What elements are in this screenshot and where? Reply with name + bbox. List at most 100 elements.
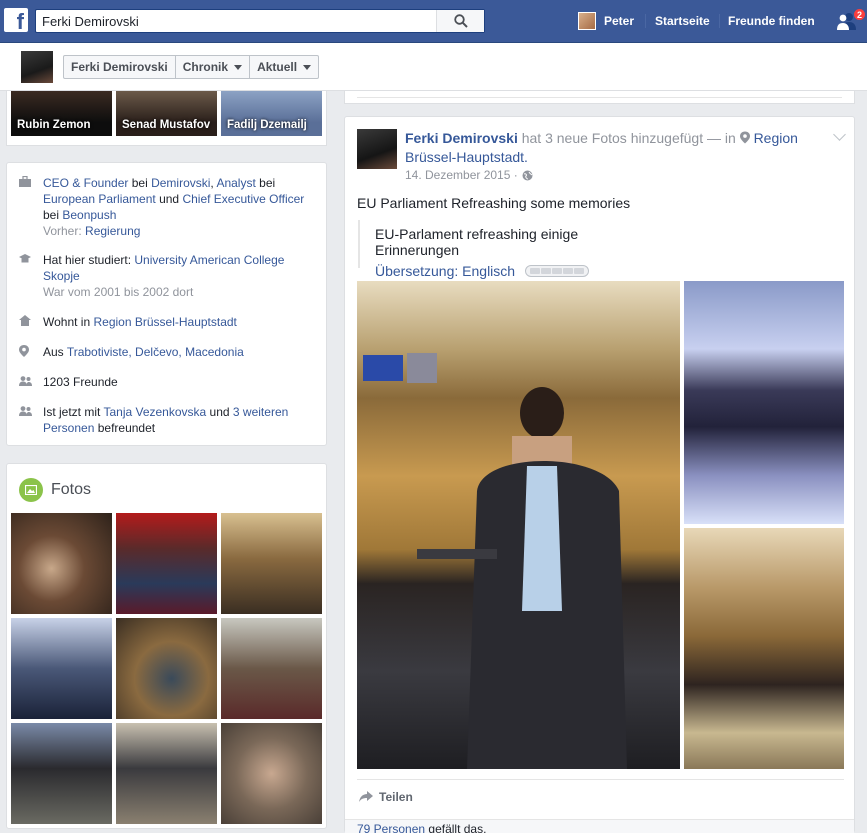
photo-thumbnail[interactable] — [116, 618, 217, 719]
lives-label: Wohnt in — [43, 315, 91, 329]
friend-tile[interactable]: Senad Mustafov — [116, 91, 217, 136]
photo-thumbnail[interactable] — [116, 723, 217, 824]
profile-name-button[interactable]: Ferki Demirovski — [64, 56, 176, 78]
friend-name[interactable]: Rubin Zemon — [17, 119, 90, 131]
previous-label: Vorher: — [43, 224, 82, 238]
photos-icon — [19, 478, 43, 502]
search-icon — [453, 14, 468, 28]
post-date-link[interactable]: 14. Dezember 2015 · — [405, 168, 518, 182]
post-action-text: hat 3 neue Fotos hinzugefügt — in — [521, 130, 736, 146]
photo-thumbnail[interactable] — [221, 513, 322, 614]
work-text-static: bei — [131, 176, 148, 190]
profile-thumbnail[interactable] — [21, 51, 53, 83]
nav-home-link[interactable]: Startseite — [655, 0, 710, 42]
education-years: War vom 2001 bis 2002 dort — [43, 285, 194, 299]
friend-name[interactable]: Fadilj Dzemailj — [227, 119, 307, 131]
post-likes-summary: 79 Personen gefällt das. — [345, 819, 854, 833]
breadcrumb: Ferki Demirovski Chronik Aktuell — [63, 55, 320, 79]
work-title-link[interactable]: Chief Executive Officer — [182, 192, 304, 206]
translation-box: EU-Parlament refreashing einige Erinneru… — [358, 220, 658, 279]
top-bar: f Peter Startseite Freunde finden 2 — [0, 0, 867, 43]
chevron-down-icon — [234, 64, 243, 70]
timeline-label: Chronik — [182, 60, 229, 74]
nav-user-name: Peter — [604, 14, 635, 28]
search-input[interactable] — [36, 10, 436, 32]
recent-label: Aktuell — [257, 60, 298, 74]
post-author-avatar[interactable] — [357, 129, 397, 169]
previous-work-link[interactable]: Regierung — [85, 224, 140, 238]
friend-requests-badge: 2 — [853, 8, 867, 21]
friend-tile[interactable]: Fadilj Dzemailj — [221, 91, 322, 136]
intro-education: Hat hier studiert: University American C… — [19, 252, 319, 300]
nav-find-friends-link[interactable]: Freunde finden — [728, 0, 815, 42]
now-friends-text: Ist jetzt mit Tanja Vezenkovska und 3 we… — [43, 404, 319, 436]
friend-name[interactable]: Senad Mustafov — [122, 119, 210, 131]
search-box — [35, 9, 485, 33]
likes-suffix: gefällt das. — [428, 822, 487, 833]
work-company-link[interactable]: European Parliament — [43, 192, 156, 206]
profile-name-label: Ferki Demirovski — [71, 60, 168, 74]
nav-divider — [645, 14, 646, 28]
post-author-link[interactable]: Ferki Demirovski — [405, 130, 518, 146]
previous-post-edge — [344, 91, 855, 104]
photos-title: Fotos — [51, 481, 92, 498]
share-button[interactable]: Teilen — [379, 790, 413, 804]
graduation-cap-icon — [19, 252, 43, 300]
work-text-static: bei — [259, 176, 276, 190]
recent-dropdown[interactable]: Aktuell — [250, 56, 318, 78]
translation-rating-control[interactable] — [525, 265, 590, 277]
timeline-post: Ferki Demirovski hat 3 neue Fotos hinzug… — [344, 116, 855, 833]
post-photo-bottom-right[interactable] — [684, 528, 844, 769]
work-title-link[interactable]: CEO & Founder — [43, 176, 128, 190]
share-arrow-icon — [359, 790, 373, 802]
people-icon — [19, 404, 43, 436]
translation-language-link[interactable]: Übersetzung: Englisch — [375, 263, 515, 279]
from-text: Aus Trabotiviste, Delčevo, Macedonia — [43, 344, 244, 360]
translation-text: EU-Parlament refreashing einige Erinneru… — [375, 226, 579, 258]
lives-text: Wohnt in Region Brüssel-Hauptstadt — [43, 314, 237, 330]
avatar — [578, 12, 596, 30]
photo-thumbnail[interactable] — [221, 723, 322, 824]
timeline-dropdown[interactable]: Chronik — [176, 56, 251, 78]
work-text: CEO & Founder bei Demirovski, Analyst be… — [43, 176, 305, 238]
intro-lives: Wohnt in Region Brüssel-Hauptstadt — [19, 314, 319, 330]
post-photo-grid — [357, 281, 844, 769]
friend-tile[interactable]: Rubin Zemon — [11, 91, 112, 136]
photo-thumbnail[interactable] — [11, 723, 112, 824]
intro-card: CEO & Founder bei Demirovski, Analyst be… — [6, 162, 327, 446]
education-text: Hat hier studiert: University American C… — [43, 252, 319, 300]
photo-thumbnail[interactable] — [116, 513, 217, 614]
photo-thumbnail[interactable] — [11, 618, 112, 719]
now-friends-suffix: befreundet — [97, 421, 156, 435]
map-pin-icon — [739, 131, 750, 144]
globe-icon[interactable] — [522, 170, 533, 181]
post-message: EU Parliament Refreashing some memories — [357, 195, 631, 211]
education-label: Hat hier studiert: — [43, 253, 132, 267]
photos-header[interactable]: Fotos — [19, 478, 91, 502]
from-label: Aus — [43, 345, 64, 359]
post-photo-main-figure — [363, 353, 627, 769]
work-company-link[interactable]: Beonpush — [62, 208, 116, 222]
work-text-static: und — [159, 192, 180, 206]
post-options-chevron-icon[interactable] — [833, 128, 846, 141]
work-title-link[interactable]: Analyst — [216, 176, 255, 190]
home-icon — [19, 314, 43, 330]
work-company-link[interactable]: Demirovski — [151, 176, 210, 190]
search-button[interactable] — [436, 10, 484, 32]
photos-card: Fotos — [6, 463, 327, 829]
post-timestamp: 14. Dezember 2015 · — [405, 168, 533, 182]
photo-thumbnail[interactable] — [11, 513, 112, 614]
facebook-logo-icon[interactable]: f — [4, 8, 28, 32]
photo-thumbnail[interactable] — [221, 618, 322, 719]
lives-place-link[interactable]: Region Brüssel-Hauptstadt — [93, 315, 236, 329]
intro-work: CEO & Founder bei Demirovski, Analyst be… — [19, 175, 319, 239]
friends-strip: Rubin Zemon Senad Mustafov Fadilj Dzemai… — [6, 91, 327, 146]
from-place-link[interactable]: Trabotiviste, Delčevo, Macedonia — [67, 345, 244, 359]
nav-user-profile[interactable]: Peter — [578, 0, 634, 42]
likes-count-link[interactable]: 79 Personen — [357, 822, 425, 833]
post-photo-top-right[interactable] — [684, 281, 844, 524]
people-icon — [19, 374, 43, 390]
friend-person-link[interactable]: Tanja Vezenkovska — [103, 405, 206, 419]
post-photo-main[interactable] — [357, 281, 680, 769]
post-header: Ferki Demirovski hat 3 neue Fotos hinzug… — [405, 129, 825, 167]
